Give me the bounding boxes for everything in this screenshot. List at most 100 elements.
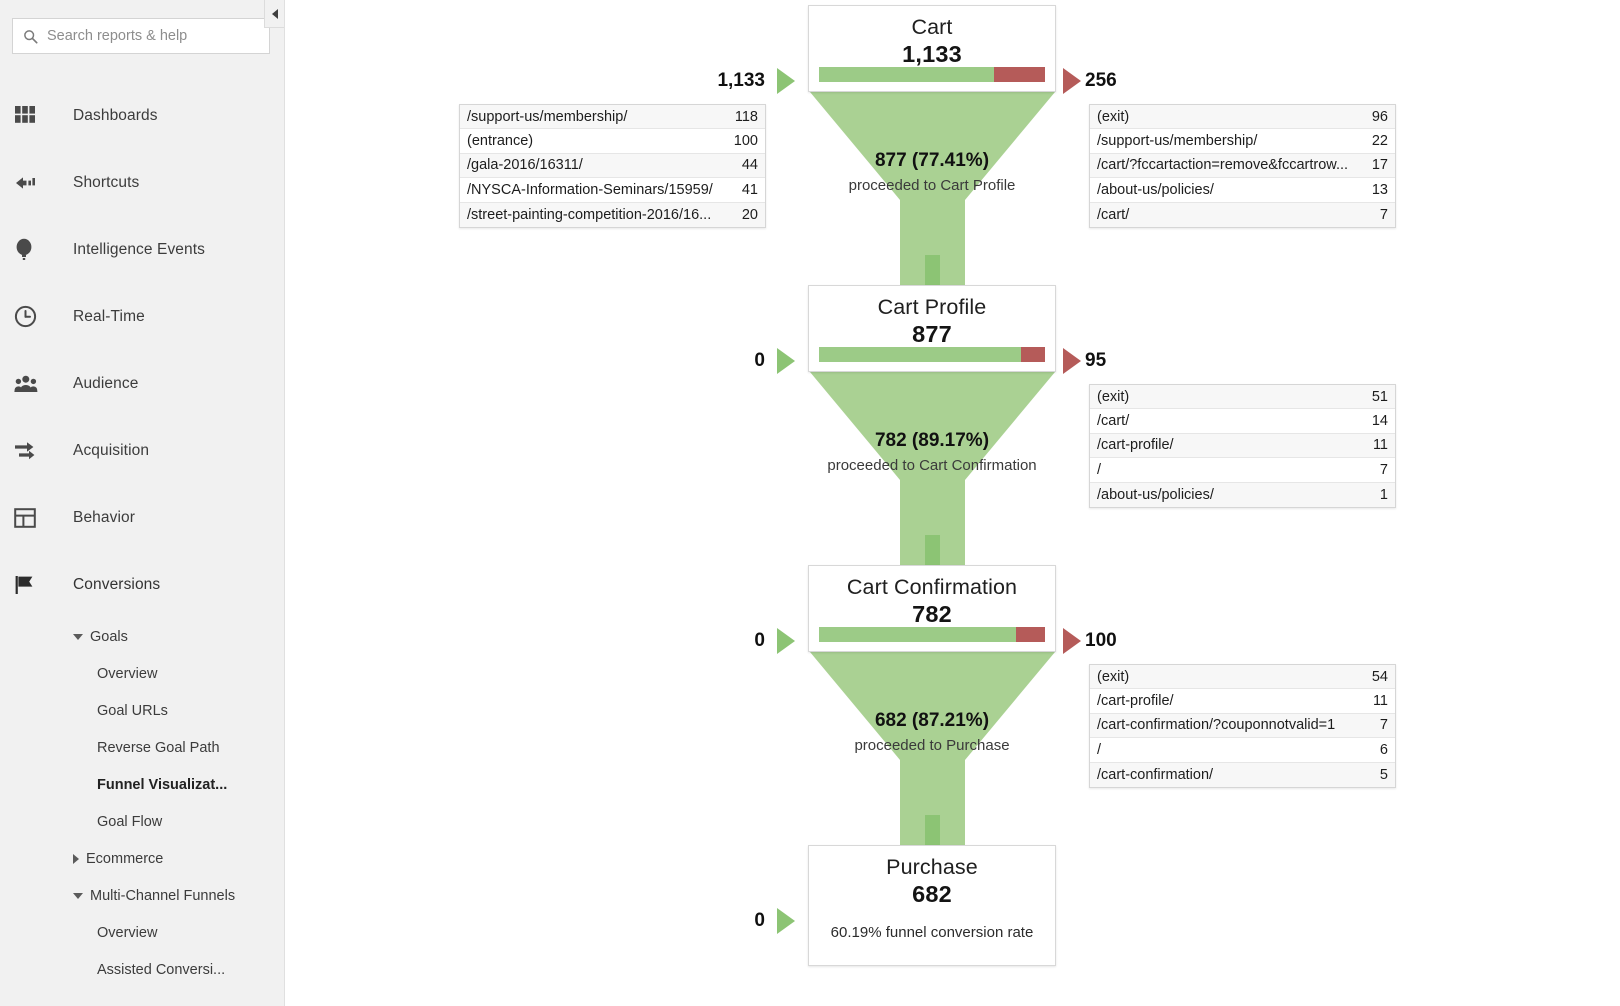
row-value: 14	[1371, 413, 1388, 430]
search-box[interactable]	[12, 18, 270, 54]
row-value: 7	[1379, 206, 1388, 223]
sidebar-item-acquisition[interactable]: Acquisition	[0, 417, 284, 484]
row-value: 22	[1371, 133, 1388, 150]
ratio-bar-exited	[1020, 347, 1045, 362]
funnel-step-box-purchase[interactable]: Purchase 682 60.19% funnel conversion ra…	[808, 845, 1056, 966]
ratio-bar-proceeded	[819, 347, 1021, 362]
table-row[interactable]: /about-us/policies/ 1	[1090, 482, 1395, 507]
sidebar-item-conversions[interactable]: Conversions	[0, 551, 284, 618]
proceed-text: proceeded to Cart Profile	[848, 177, 1016, 194]
sidebar-group-label: Goals	[90, 628, 128, 645]
sidebar-item-label: Reverse Goal Path	[97, 739, 220, 756]
entry-total-cart-confirmation: 0	[754, 630, 765, 651]
proceed-text: proceeded to Cart Confirmation	[827, 457, 1037, 474]
sidebar-item-audience[interactable]: Audience	[0, 350, 284, 417]
row-value: 54	[1371, 668, 1388, 685]
sidebar-item-intelligence-events[interactable]: Intelligence Events	[0, 216, 284, 283]
entry-total-purchase: 0	[754, 910, 765, 931]
row-label: (exit)	[1097, 668, 1130, 685]
conversions-flag-icon	[14, 574, 54, 596]
exit-arrow-icon	[1063, 68, 1081, 94]
row-label: /cart/	[1097, 206, 1130, 223]
step-count: 1,133	[902, 41, 962, 67]
entry-arrow-icon	[777, 628, 795, 654]
funnel-visualization: Cart 1,133 1,133 256 /support-us/members…	[285, 0, 1620, 1006]
sidebar-item-label: Dashboards	[73, 106, 158, 124]
table-row[interactable]: /cart-confirmation/ 5	[1090, 762, 1395, 787]
audience-icon	[14, 374, 54, 394]
sidebar-item-assisted-conversions[interactable]: Assisted Conversi...	[0, 951, 284, 988]
sidebar-item-goal-flow[interactable]: Goal Flow	[0, 803, 284, 840]
row-value: 100	[733, 133, 758, 150]
sidebar-item-shortcuts[interactable]: Shortcuts	[0, 149, 284, 216]
row-value: 20	[741, 206, 758, 223]
row-label: /cart/	[1097, 413, 1130, 430]
search-input[interactable]	[47, 28, 259, 44]
table-row[interactable]: (exit) 51	[1090, 385, 1395, 410]
row-value: 51	[1371, 388, 1388, 405]
shortcuts-icon	[14, 174, 54, 192]
step-ratio-bar	[819, 67, 1045, 82]
ratio-bar-proceeded	[819, 627, 1017, 642]
dashboards-icon	[14, 105, 54, 127]
step-title: Purchase	[886, 855, 978, 879]
table-row[interactable]: /street-painting-competition-2016/16... …	[460, 202, 765, 227]
step-count: 782	[912, 601, 952, 627]
sidebar-item-behavior[interactable]: Behavior	[0, 484, 284, 551]
sidebar-item-goal-urls[interactable]: Goal URLs	[0, 692, 284, 729]
row-label: (exit)	[1097, 388, 1130, 405]
row-label: (exit)	[1097, 108, 1130, 125]
row-label: /cart-profile/	[1097, 693, 1174, 710]
sidebar-item-dashboards[interactable]: Dashboards	[0, 82, 284, 149]
sidebar-item-label: Overview	[97, 924, 158, 941]
acquisition-icon	[14, 440, 54, 462]
step-count: 877	[912, 321, 952, 347]
real-time-icon	[14, 305, 54, 328]
row-label: /support-us/membership/	[467, 108, 628, 125]
sidebar-item-mcf-overview[interactable]: Overview	[0, 914, 284, 951]
sidebar: Dashboards Shortcuts	[0, 0, 285, 1006]
sidebar-item-label: Overview	[97, 665, 158, 682]
table-row[interactable]: /cart/ 7	[1090, 202, 1395, 227]
exit-arrow-icon	[1063, 348, 1081, 374]
row-label: /support-us/membership/	[1097, 133, 1258, 150]
search-icon	[23, 29, 38, 44]
sidebar-group-multi-channel-funnels[interactable]: Multi-Channel Funnels	[0, 877, 284, 914]
row-value: 96	[1371, 108, 1388, 125]
funnel-step-box-cart-profile[interactable]: Cart Profile 877	[808, 285, 1056, 372]
sidebar-item-funnel-visualization[interactable]: Funnel Visualizat...	[0, 766, 284, 803]
sidebar-item-goals-overview[interactable]: Overview	[0, 655, 284, 692]
sidebar-group-goals[interactable]: Goals	[0, 618, 284, 655]
proceed-label-cart-profile: 782 (89.17%) proceeded to Cart Confirmat…	[285, 430, 1620, 474]
analytics-funnel-page: Dashboards Shortcuts	[0, 0, 1620, 1006]
step-count: 682	[912, 881, 952, 907]
sidebar-group-ecommerce[interactable]: Ecommerce	[0, 840, 284, 877]
exit-total-cart-confirmation: 100	[1085, 630, 1117, 651]
table-row[interactable]: (exit) 96	[1090, 105, 1395, 130]
sidebar-item-reverse-goal-path[interactable]: Reverse Goal Path	[0, 729, 284, 766]
row-label: /about-us/policies/	[1097, 486, 1214, 503]
funnel-step-box-cart-confirmation[interactable]: Cart Confirmation 782	[808, 565, 1056, 652]
ratio-bar-exited	[993, 67, 1045, 82]
step-ratio-bar	[819, 627, 1045, 642]
sidebar-item-label: Conversions	[73, 575, 161, 593]
row-value: 11	[1372, 693, 1388, 710]
entry-arrow-icon	[777, 348, 795, 374]
sidebar-collapse-button[interactable]	[264, 0, 284, 28]
proceed-count: 682 (87.21%)	[874, 710, 990, 731]
step-ratio-bar	[819, 347, 1045, 362]
table-row[interactable]: (exit) 54	[1090, 665, 1395, 690]
chevron-right-icon	[73, 853, 79, 864]
sidebar-item-label: Assisted Conversi...	[97, 961, 226, 978]
step-title: Cart	[911, 15, 953, 39]
sidebar-item-label: Funnel Visualizat...	[97, 776, 228, 793]
sidebar-item-real-time[interactable]: Real-Time	[0, 283, 284, 350]
funnel-step-box-cart[interactable]: Cart 1,133	[808, 5, 1056, 92]
behavior-icon	[14, 507, 54, 529]
sidebar-item-label: Audience	[73, 374, 139, 392]
chevron-down-icon	[73, 892, 83, 899]
sidebar-item-label: Goal URLs	[97, 702, 168, 719]
table-row[interactable]: /support-us/membership/ 118	[460, 105, 765, 130]
primary-nav: Dashboards Shortcuts Intelligence Events…	[0, 82, 284, 988]
sidebar-item-label: Goal Flow	[97, 813, 163, 830]
